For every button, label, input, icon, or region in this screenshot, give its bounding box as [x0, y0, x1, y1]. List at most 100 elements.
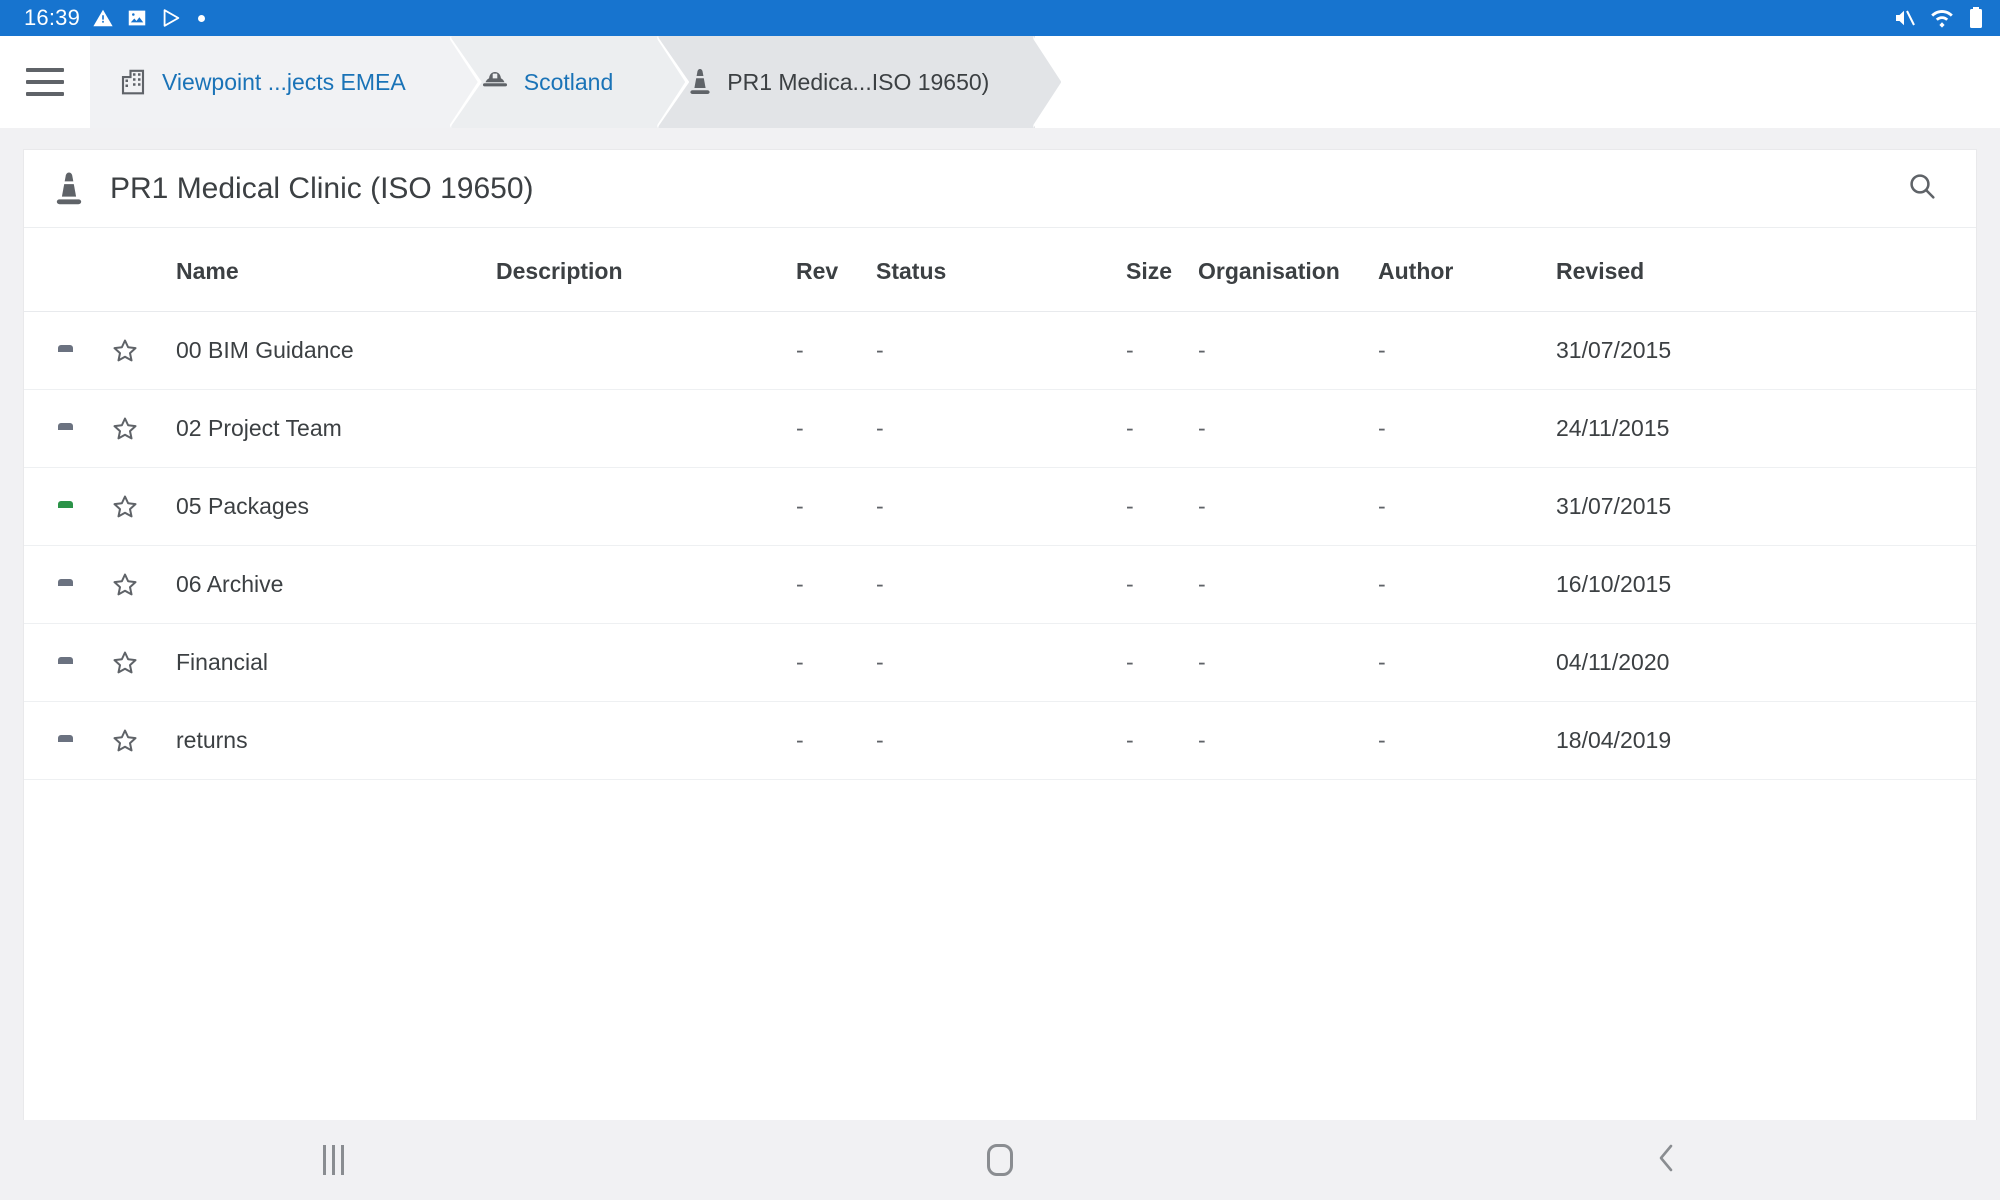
hardhat-icon — [480, 69, 510, 95]
table-row[interactable]: returns - - - - - 18/04/2019 — [24, 701, 1976, 780]
search-icon — [1906, 170, 1938, 207]
back-button[interactable] — [1333, 1141, 2000, 1180]
column-header-description[interactable]: Description — [496, 228, 796, 312]
traffic-cone-icon — [52, 170, 86, 208]
row-name: Financial — [176, 623, 496, 702]
row-organisation: - — [1198, 623, 1378, 702]
row-revised: 31/07/2015 — [1556, 467, 1976, 546]
row-description — [496, 623, 796, 702]
row-icon-cell — [24, 701, 110, 780]
favourite-toggle[interactable] — [110, 545, 176, 624]
table-header: Name Description Rev Status Size Organis… — [24, 228, 1976, 312]
row-organisation: - — [1198, 467, 1378, 546]
row-organisation: - — [1198, 389, 1378, 468]
row-status: - — [876, 623, 1126, 702]
breadcrumb-item-project[interactable]: PR1 Medica...ISO 19650) — [659, 36, 1066, 128]
star-outline-icon — [113, 729, 137, 751]
favourite-toggle[interactable] — [110, 311, 176, 390]
row-description — [496, 389, 796, 468]
star-outline-icon — [113, 339, 137, 361]
row-icon-cell — [24, 623, 110, 702]
favourite-toggle[interactable] — [110, 389, 176, 468]
row-size: - — [1126, 701, 1198, 780]
column-header-organisation[interactable]: Organisation — [1198, 228, 1378, 312]
hamburger-line — [26, 68, 64, 72]
table-row[interactable]: 06 Archive - - - - - 16/10/2015 — [24, 545, 1976, 624]
column-header-author[interactable]: Author — [1378, 228, 1556, 312]
empty-area — [24, 780, 1976, 1172]
play-store-icon — [160, 7, 182, 29]
favourite-toggle[interactable] — [110, 701, 176, 780]
favourite-toggle[interactable] — [110, 623, 176, 702]
breadcrumb-filler — [1035, 36, 2000, 128]
row-organisation: - — [1198, 701, 1378, 780]
status-bar: 16:39 — [0, 0, 2000, 36]
breadcrumb-label: Viewpoint ...jects EMEA — [162, 68, 406, 95]
traffic-cone-icon — [687, 67, 713, 97]
star-outline-icon — [113, 573, 137, 595]
column-header-rev[interactable]: Rev — [796, 228, 876, 312]
table-row[interactable]: 02 Project Team - - - - - 24/11/2015 — [24, 389, 1976, 468]
row-revised: 16/10/2015 — [1556, 545, 1976, 624]
star-outline-icon — [113, 651, 137, 673]
table-row[interactable]: 00 BIM Guidance - - - - - 31/07/2015 — [24, 311, 1976, 390]
column-header-size[interactable]: Size — [1126, 228, 1198, 312]
recents-button[interactable] — [0, 1145, 667, 1175]
row-name: 06 Archive — [176, 545, 496, 624]
home-button[interactable] — [667, 1144, 1334, 1176]
warning-triangle-icon — [92, 7, 114, 29]
row-rev: - — [796, 389, 876, 468]
row-author: - — [1378, 311, 1556, 390]
row-status: - — [876, 545, 1126, 624]
table-body: 00 BIM Guidance - - - - - 31/07/2015 02 … — [24, 311, 1976, 780]
home-icon — [987, 1144, 1013, 1176]
battery-icon — [1968, 6, 1984, 30]
row-organisation: - — [1198, 311, 1378, 390]
row-author: - — [1378, 623, 1556, 702]
row-name: 00 BIM Guidance — [176, 311, 496, 390]
row-revised: 18/04/2019 — [1556, 701, 1976, 780]
column-header-icon — [24, 228, 110, 312]
row-size: - — [1126, 311, 1198, 390]
volume-muted-icon — [1892, 6, 1916, 30]
row-author: - — [1378, 389, 1556, 468]
breadcrumb-item-region[interactable]: Scotland — [451, 36, 690, 128]
breadcrumb: Viewpoint ...jects EMEA Scotland PR1 Med… — [0, 36, 2000, 128]
row-name: 05 Packages — [176, 467, 496, 546]
page-title: PR1 Medical Clinic (ISO 19650) — [110, 171, 534, 205]
row-revised: 31/07/2015 — [1556, 311, 1976, 390]
row-author: - — [1378, 545, 1556, 624]
row-size: - — [1126, 467, 1198, 546]
row-size: - — [1126, 545, 1198, 624]
page-title-bar: PR1 Medical Clinic (ISO 19650) — [24, 150, 1976, 228]
favourite-toggle[interactable] — [110, 467, 176, 546]
row-status: - — [876, 311, 1126, 390]
status-bar-clock: 16:39 — [24, 5, 81, 30]
row-name: returns — [176, 701, 496, 780]
row-icon-cell — [24, 467, 110, 546]
row-size: - — [1126, 389, 1198, 468]
dot-icon — [198, 14, 206, 22]
column-header-name[interactable]: Name — [176, 228, 496, 312]
column-header-revised[interactable]: Revised — [1556, 228, 1976, 312]
menu-button[interactable] — [0, 36, 90, 128]
column-header-status[interactable]: Status — [876, 228, 1126, 312]
row-status: - — [876, 467, 1126, 546]
row-author: - — [1378, 467, 1556, 546]
row-rev: - — [796, 623, 876, 702]
hamburger-line — [26, 80, 64, 84]
row-rev: - — [796, 701, 876, 780]
breadcrumb-item-organisation[interactable]: Viewpoint ...jects EMEA — [90, 36, 482, 128]
breadcrumb-label: PR1 Medica...ISO 19650) — [727, 68, 990, 95]
breadcrumb-label: Scotland — [523, 68, 614, 95]
building-icon — [118, 67, 148, 97]
table-header-row: Name Description Rev Status Size Organis… — [24, 228, 1976, 312]
recents-icon — [322, 1145, 344, 1175]
row-description — [496, 311, 796, 390]
table-row[interactable]: Financial - - - - - 04/11/2020 — [24, 623, 1976, 702]
table-row[interactable]: 05 Packages - - - - - 31/07/2015 — [24, 467, 1976, 546]
row-description — [496, 467, 796, 546]
row-revised: 04/11/2020 — [1556, 623, 1976, 702]
row-author: - — [1378, 701, 1556, 780]
search-button[interactable] — [1894, 161, 1950, 217]
